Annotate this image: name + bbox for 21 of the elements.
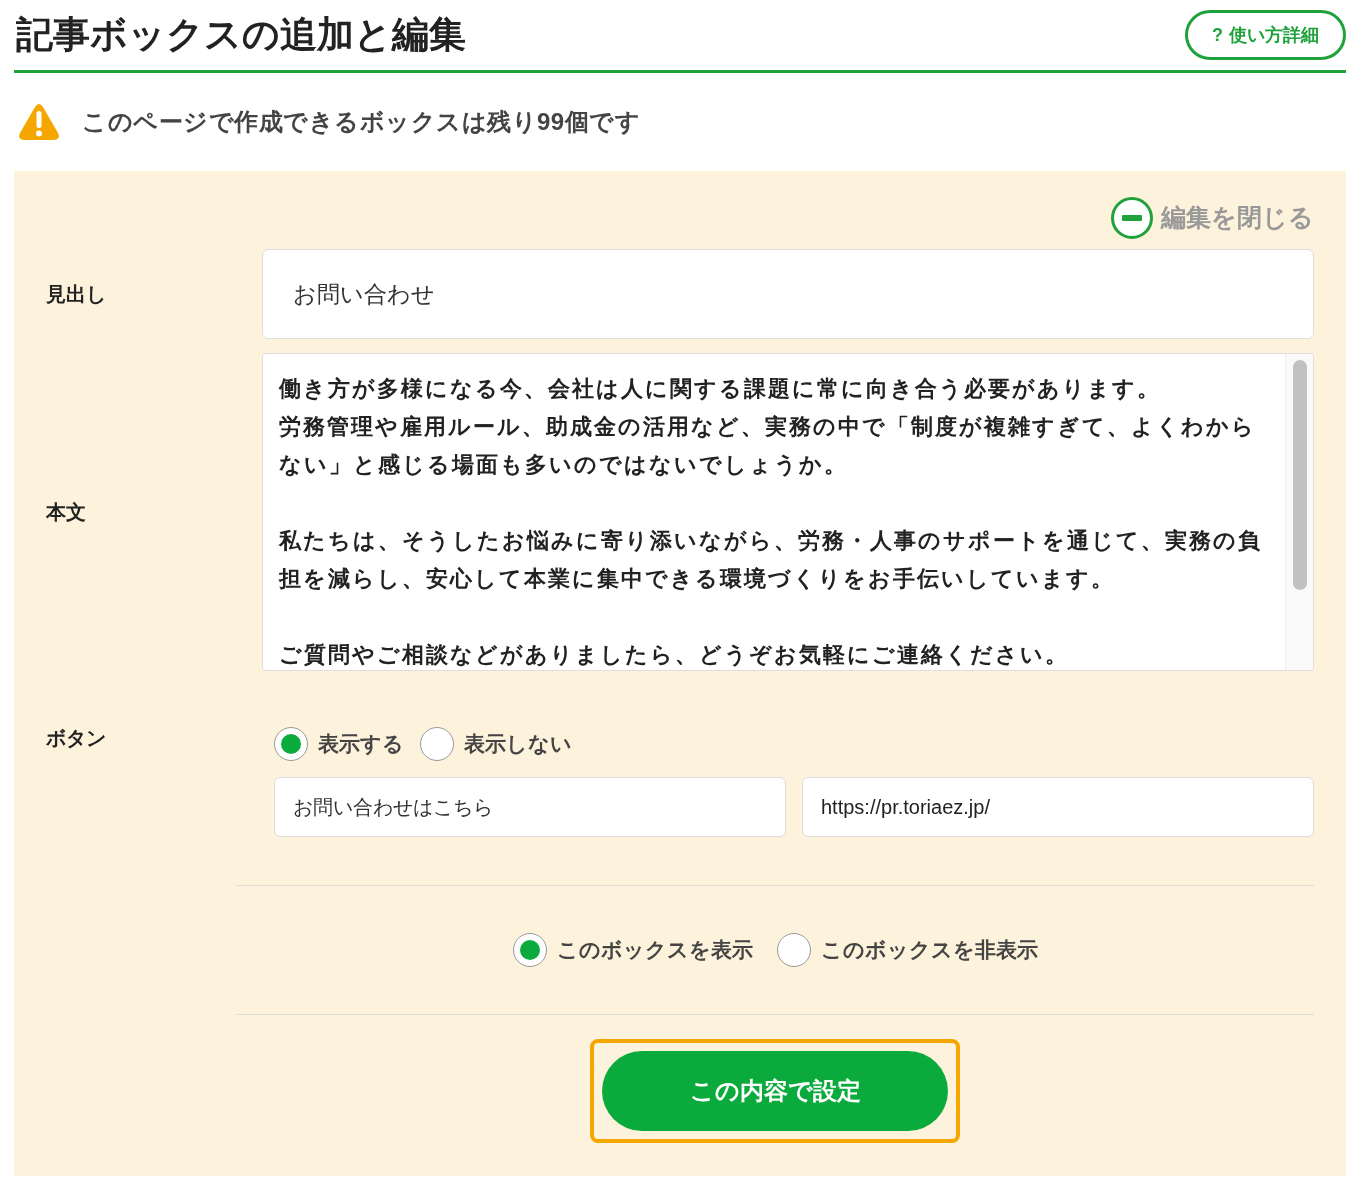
heading-input[interactable]: お問い合わせ xyxy=(262,249,1314,339)
body-line: 働き方が多様になる今、会社は人に関する課題に常に向き合う必要があります。 xyxy=(279,375,1162,403)
radio-button[interactable] xyxy=(420,727,454,761)
body-line: ご質問やご相談などがありましたら、どうぞお気軽にご連絡ください。 xyxy=(279,641,1070,669)
body-textarea[interactable] xyxy=(262,353,1314,671)
radio-label[interactable]: このボックスを表示 xyxy=(556,934,753,966)
button-text-input[interactable]: お問い合わせはこちら xyxy=(274,777,786,837)
page-title: 記事ボックスの追加と編集 xyxy=(16,13,466,57)
field-label: 本文 xyxy=(46,500,86,525)
body-line: 私たちは、そうしたお悩みに寄り添いながら、労務・人事のサポートを通じて、実務の負担を減らし、安心して本業に集中できる環境づくりをお手伝いしています。 xyxy=(279,527,1263,593)
field-label: ボタン xyxy=(46,727,106,749)
radio-label[interactable]: 表示しない xyxy=(464,728,572,760)
radio-label[interactable]: このボックスを非表示 xyxy=(820,934,1038,966)
radio-label[interactable]: 表示する xyxy=(318,728,404,760)
radio-button[interactable] xyxy=(776,933,811,967)
url-input[interactable]: https://pr.toriaez.jp/ xyxy=(802,777,1314,837)
body-line: 労務管理や雇用ルール、助成金の活用など、実務の中で「制度が複雑すぎて、よくわからない」と感じる場面も多いのではないでしょうか。 xyxy=(279,413,1257,479)
radio-button[interactable] xyxy=(512,933,547,967)
field-label: 見出し xyxy=(46,283,106,305)
radio-button[interactable] xyxy=(274,727,308,761)
warning-icon xyxy=(18,103,60,141)
